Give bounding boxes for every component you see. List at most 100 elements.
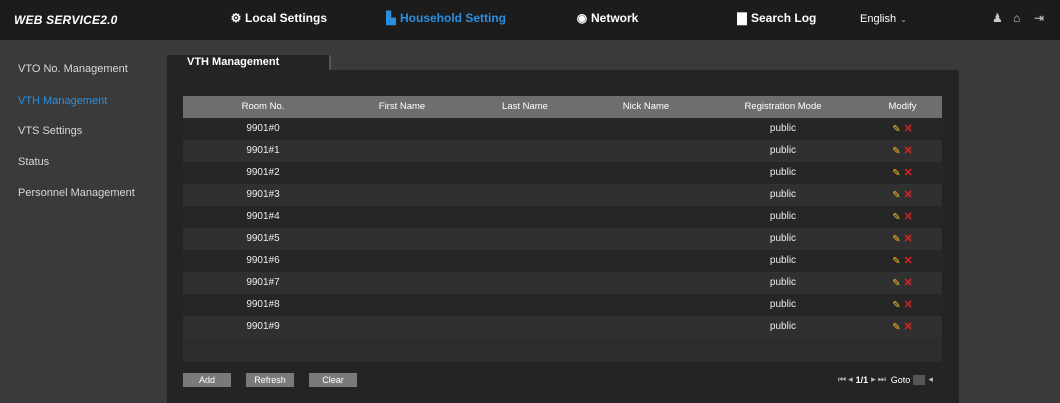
cell-last	[461, 228, 589, 250]
table-row[interactable]: 9901#5 public ✎ ✕	[183, 228, 942, 250]
home-icon[interactable]: ⌂	[1013, 11, 1020, 25]
delete-icon[interactable]: ✕	[904, 123, 913, 135]
chevron-down-icon: ⌄	[900, 15, 907, 24]
delete-icon[interactable]: ✕	[904, 145, 913, 157]
cell-room: 9901#8	[246, 299, 280, 310]
cell-first	[343, 118, 461, 140]
nav-network[interactable]: ◉ Network	[576, 0, 639, 40]
cell-room: 9901#4	[246, 211, 280, 222]
tab-vth-management[interactable]: VTH Management	[167, 55, 331, 71]
edit-icon[interactable]: ✎	[892, 212, 900, 223]
cell-modify: ✎ ✕	[863, 272, 942, 294]
col-first-name: First Name	[378, 101, 426, 112]
edit-icon[interactable]: ✎	[892, 146, 900, 157]
delete-icon[interactable]: ✕	[904, 321, 913, 333]
cell-room: 9901#3	[246, 189, 280, 200]
delete-icon[interactable]: ✕	[904, 189, 913, 201]
edit-icon[interactable]: ✎	[892, 300, 900, 311]
delete-icon[interactable]: ✕	[904, 299, 913, 311]
table-row[interactable]: 9901#9 public ✎ ✕	[183, 316, 942, 338]
cell-nick	[589, 162, 703, 184]
cell-last	[461, 294, 589, 316]
cell-last	[461, 250, 589, 272]
goto-input[interactable]	[913, 374, 926, 385]
sidebar-item-status[interactable]: Status	[18, 156, 49, 168]
refresh-button[interactable]: Refresh	[246, 373, 294, 387]
cell-first	[343, 206, 461, 228]
sidebar-item-personnel-management[interactable]: Personnel Management	[18, 187, 135, 199]
cell-modify: ✎ ✕	[863, 316, 942, 338]
nav-label: Network	[591, 11, 639, 25]
nav-local-settings[interactable]: ⚙ Local Settings	[230, 0, 327, 40]
cell-last	[461, 272, 589, 294]
nav-search-log[interactable]: ▇ Search Log	[736, 0, 816, 40]
col-registration-mode: Registration Mode	[744, 101, 822, 112]
first-page-icon[interactable]: ⏮	[838, 374, 846, 385]
table-row[interactable]: 9901#0 public ✎ ✕	[183, 118, 942, 140]
cell-first	[343, 228, 461, 250]
nav-label: Search Log	[751, 11, 817, 25]
delete-icon[interactable]: ✕	[904, 277, 913, 289]
app-logo: WEB SERVICE2.0	[14, 13, 118, 27]
edit-icon[interactable]: ✎	[892, 278, 900, 289]
cell-nick	[589, 294, 703, 316]
table-row[interactable]: 9901#3 public ✎ ✕	[183, 184, 942, 206]
table-row[interactable]: 9901#6 public ✎ ✕	[183, 250, 942, 272]
table-header: Room No. First Name Last Name Nick Name …	[183, 96, 942, 118]
col-last-name: Last Name	[502, 101, 548, 112]
cell-room: 9901#0	[246, 123, 280, 134]
cell-modify: ✎ ✕	[863, 206, 942, 228]
cell-last	[461, 316, 589, 338]
edit-icon[interactable]: ✎	[892, 168, 900, 179]
goto-arrow-icon[interactable]: ◂	[928, 374, 933, 385]
delete-icon[interactable]: ✕	[904, 211, 913, 223]
cell-nick	[589, 206, 703, 228]
table-row[interactable]: 9901#8 public ✎ ✕	[183, 294, 942, 316]
language-select[interactable]: English ⌄	[860, 13, 907, 25]
sidebar-item-vth-management[interactable]: VTH Management	[18, 95, 107, 107]
table-row[interactable]: 9901#1 public ✎ ✕	[183, 140, 942, 162]
cell-nick	[589, 140, 703, 162]
table-row[interactable]: 9901#4 public ✎ ✕	[183, 206, 942, 228]
cell-first	[343, 162, 461, 184]
edit-icon[interactable]: ✎	[892, 256, 900, 267]
cell-first	[343, 140, 461, 162]
delete-icon[interactable]: ✕	[904, 233, 913, 245]
language-value: English	[860, 13, 897, 25]
delete-icon[interactable]: ✕	[904, 255, 913, 267]
prev-page-icon[interactable]: ◂	[848, 374, 853, 385]
user-icon[interactable]: ♟	[992, 11, 1003, 25]
last-page-icon[interactable]: ⏭	[878, 374, 886, 385]
nav-household-setting[interactable]: ▙ Household Setting	[385, 0, 506, 40]
nav-label: Household Setting	[400, 11, 506, 25]
cell-nick	[589, 228, 703, 250]
logout-icon[interactable]: ⇥	[1034, 11, 1044, 25]
table-row[interactable]: 9901#2 public ✎ ✕	[183, 162, 942, 184]
cell-modify: ✎ ✕	[863, 162, 942, 184]
cell-last	[461, 140, 589, 162]
vth-table: Room No. First Name Last Name Nick Name …	[183, 96, 942, 362]
cell-nick	[589, 272, 703, 294]
edit-icon[interactable]: ✎	[892, 234, 900, 245]
edit-icon[interactable]: ✎	[892, 124, 900, 135]
cell-mode: public	[769, 211, 797, 222]
cell-mode: public	[769, 321, 797, 332]
sidebar-item-vto-no-management[interactable]: VTO No. Management	[18, 63, 128, 75]
sidebar-item-vts-settings[interactable]: VTS Settings	[18, 125, 82, 137]
cell-first	[343, 316, 461, 338]
delete-icon[interactable]: ✕	[904, 167, 913, 179]
edit-icon[interactable]: ✎	[892, 190, 900, 201]
pagination: ⏮ ◂ 1/1 ▸ ⏭ Goto ◂	[838, 374, 933, 385]
edit-icon[interactable]: ✎	[892, 322, 900, 333]
cell-modify: ✎ ✕	[863, 184, 942, 206]
table-row[interactable]: 9901#7 public ✎ ✕	[183, 272, 942, 294]
next-page-icon[interactable]: ▸	[871, 374, 876, 385]
clear-button[interactable]: Clear	[309, 373, 357, 387]
add-button[interactable]: Add	[183, 373, 231, 387]
goto-label: Goto	[890, 374, 911, 385]
page-indicator: 1/1	[855, 374, 869, 385]
cell-first	[343, 250, 461, 272]
cell-nick	[589, 184, 703, 206]
cell-modify: ✎ ✕	[863, 118, 942, 140]
cell-mode: public	[769, 189, 797, 200]
